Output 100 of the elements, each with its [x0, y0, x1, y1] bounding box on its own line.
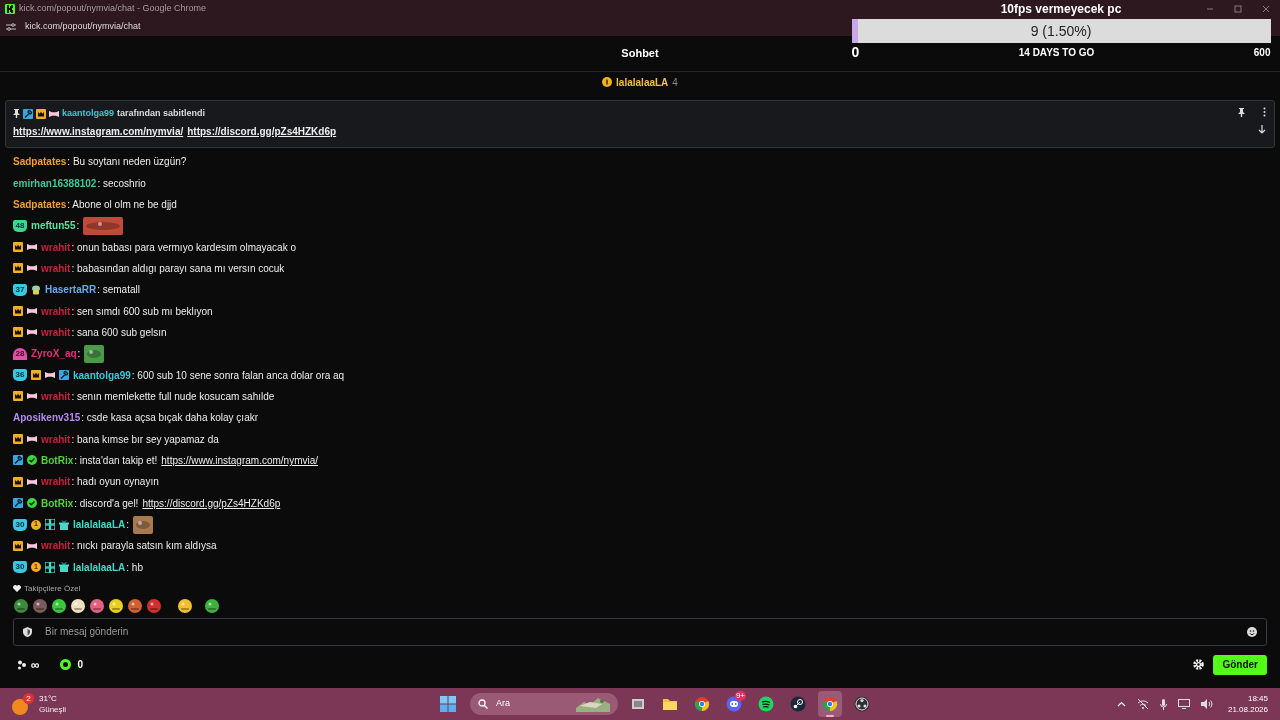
username[interactable]: wrahit: [41, 303, 71, 319]
crown-badge-icon: [13, 306, 23, 317]
emote-icon[interactable]: [13, 597, 29, 614]
username[interactable]: kaantolga99: [62, 107, 115, 121]
message-text: : hadı oyun oynayın: [71, 475, 159, 490]
verified-badge-icon: [27, 498, 37, 509]
sword-badge-icon: [59, 370, 69, 381]
notification-badge: 9+: [734, 691, 746, 701]
message-text: :: [126, 518, 130, 532]
send-button[interactable]: Gönder: [1213, 654, 1267, 675]
search-icon: [478, 699, 488, 709]
goal-title: 10fps vermeyecek pc: [1000, 1, 1122, 18]
username[interactable]: HasertaRR: [45, 282, 97, 298]
crown-badge-icon: [13, 263, 23, 274]
link[interactable]: https://www.instagram.com/nymvia/: [13, 123, 184, 139]
message-text: : sematall: [97, 283, 140, 298]
subscriber-badge: 30: [13, 518, 27, 531]
pinned-by-label: tarafından sabitlendi: [117, 107, 206, 120]
message-text: : csde kasa açsa bıçak daha kolay çıakr: [81, 411, 259, 426]
search-placeholder: Ara: [496, 697, 510, 711]
gift-badge-icon: [59, 562, 69, 573]
username[interactable]: wrahit: [41, 538, 71, 554]
username[interactable]: kaantolga99: [73, 367, 131, 383]
ribbon-badge-icon: [27, 477, 37, 486]
username[interactable]: BotRix: [41, 453, 74, 468]
username[interactable]: wrahit: [41, 388, 71, 404]
maximize-icon: [1234, 4, 1242, 13]
message-text: : insta'dan takip et!: [74, 454, 158, 468]
message-text: : 600 sub 10 sene sonra falan anca dolar ora aq: [131, 368, 345, 383]
emote-icon[interactable]: [108, 597, 124, 614]
site-logo-icon: [5, 3, 15, 14]
clock-date[interactable]: 21.08.2026: [1227, 704, 1268, 715]
username[interactable]: ZyroX_aq: [31, 346, 77, 362]
username[interactable]: Sadpatates: [13, 196, 67, 212]
close-icon: [1262, 4, 1270, 13]
message-input[interactable]: Bir mesaj gönderin: [13, 617, 1267, 646]
subscriber-badge: 36: [13, 369, 27, 382]
subscriber-badge: 30: [13, 561, 27, 574]
username[interactable]: Sadpatates: [13, 154, 67, 170]
crown-badge-icon: [36, 108, 46, 119]
emote-icon[interactable]: [70, 597, 86, 614]
emote-icon[interactable]: [177, 597, 193, 614]
top-gifter-name[interactable]: lalalalaaLA: [616, 74, 669, 90]
goal-reading: 9 (1.50%): [1030, 21, 1092, 41]
username[interactable]: Aposikenv315: [13, 410, 81, 426]
settings-icon: [1193, 659, 1205, 671]
ribbon-badge-icon: [27, 541, 37, 550]
username[interactable]: meftun55: [31, 218, 76, 234]
people-icon: [17, 659, 27, 670]
search-field[interactable]: Ara: [470, 693, 618, 715]
pin-icon: [1238, 107, 1245, 117]
heart-icon: [13, 585, 21, 593]
ribbon-badge-icon: [27, 392, 37, 401]
username[interactable]: lalalalaaLA: [73, 517, 126, 532]
emote-icon[interactable]: [51, 597, 67, 614]
emote-icon[interactable]: [89, 597, 105, 614]
microphone-icon: [1159, 698, 1167, 710]
ribbon-badge-icon: [27, 264, 37, 273]
emote-icon[interactable]: [204, 597, 220, 614]
username[interactable]: wrahit: [41, 324, 71, 340]
message-text: : Bu soytanı neden üzgün?: [67, 155, 187, 170]
sword-badge-icon: [23, 108, 33, 119]
goal-min: 0: [851, 42, 860, 62]
message-text: : onun babası para vermıyo kardesım olmayacak o: [71, 240, 296, 255]
crown-badge-icon: [13, 540, 23, 551]
chevron-up-icon: [1116, 701, 1126, 707]
username[interactable]: wrahit: [41, 474, 71, 490]
browser-icon[interactable]: [818, 691, 842, 717]
goal-max: 600: [1253, 45, 1271, 60]
emoji-icon: [1247, 626, 1257, 637]
link[interactable]: https://discord.gg/pZs4HZKd6p: [187, 123, 337, 139]
link[interactable]: https://discord.gg/pZs4HZKd6p: [142, 495, 281, 511]
message-text: : hb: [126, 560, 143, 575]
username[interactable]: wrahit: [41, 260, 71, 276]
crown-badge-icon: [13, 242, 23, 253]
username[interactable]: BotRix: [41, 495, 74, 511]
message-text: : sen sımdı 600 sub mı beklıyon: [71, 304, 213, 319]
expand-down-icon: [1258, 125, 1266, 134]
address-bar[interactable]: kick.com/popout/nymvia/chat: [25, 19, 141, 34]
goal-remaining: 14 DAYS TO GO: [1018, 45, 1095, 60]
ribbon-badge-icon: [27, 328, 37, 337]
crown-badge-icon: [13, 434, 23, 445]
ribbon-badge-icon: [49, 109, 59, 118]
gift-count: 4: [672, 75, 678, 90]
pin-icon: [13, 109, 20, 119]
username[interactable]: lalalalaaLA: [73, 559, 126, 575]
subscriber-badge: 37: [13, 283, 27, 296]
subscriber-badge: 28: [13, 347, 27, 360]
sword-badge-icon: [13, 498, 23, 509]
clock-time[interactable]: 18:45: [1247, 693, 1268, 704]
shield-icon: [23, 626, 32, 637]
username[interactable]: emirhan16388102: [13, 175, 97, 191]
ribbon-badge-icon: [27, 307, 37, 316]
ribbon-badge-icon: [27, 435, 37, 444]
username[interactable]: wrahit: [41, 431, 71, 447]
ribbon-badge-icon: [27, 243, 37, 252]
emote-icon[interactable]: [127, 597, 143, 614]
username[interactable]: wrahit: [41, 239, 71, 255]
link[interactable]: https://www.instagram.com/nymvia/: [161, 453, 319, 468]
network-off-icon: [1136, 699, 1149, 709]
